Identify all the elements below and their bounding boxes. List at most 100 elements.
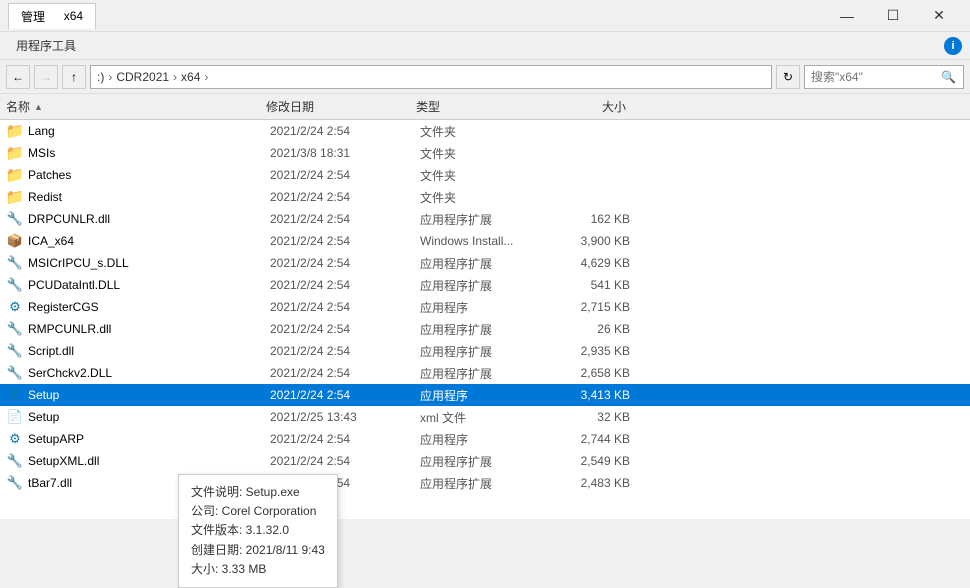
file-icon: 🔧 bbox=[6, 364, 24, 382]
file-type: 应用程序扩展 bbox=[420, 211, 550, 228]
file-icon: 🔧 bbox=[6, 276, 24, 294]
file-date: 2021/2/24 2:54 bbox=[270, 234, 420, 248]
file-date: 2021/2/24 2:54 bbox=[270, 432, 420, 446]
path-part-x64[interactable]: x64 bbox=[181, 70, 200, 84]
table-row[interactable]: 🔧 MSICrIPCU_s.DLL 2021/2/24 2:54 应用程序扩展 … bbox=[0, 252, 970, 274]
file-type: 应用程序扩展 bbox=[420, 277, 550, 294]
table-row[interactable]: 📁 Lang 2021/2/24 2:54 文件夹 bbox=[0, 120, 970, 142]
file-name: SerChckv2.DLL bbox=[28, 366, 270, 380]
file-icon: 🔧 bbox=[6, 320, 24, 338]
col-header-date[interactable]: 修改日期 bbox=[266, 98, 416, 115]
file-size: 2,658 KB bbox=[550, 366, 630, 380]
title-tab[interactable]: 管理 x64 bbox=[8, 3, 96, 29]
path-part-root[interactable]: :) bbox=[97, 70, 104, 84]
file-name: Lang bbox=[28, 124, 270, 138]
table-row[interactable]: 🔧 tBar7.dll 2021/2/24 2:54 应用程序扩展 2,483 … bbox=[0, 472, 970, 494]
table-row[interactable]: 📁 MSIs 2021/3/8 18:31 文件夹 bbox=[0, 142, 970, 164]
window-controls: — ☐ ✕ bbox=[824, 0, 962, 32]
table-row[interactable]: 🔧 Script.dll 2021/2/24 2:54 应用程序扩展 2,935… bbox=[0, 340, 970, 362]
address-path[interactable]: :) › CDR2021 › x64 › bbox=[90, 65, 772, 89]
table-row[interactable]: 📦 ICA_x64 2021/2/24 2:54 Windows Install… bbox=[0, 230, 970, 252]
file-size: 3,413 KB bbox=[550, 388, 630, 402]
table-row[interactable]: 🔧 PCUDataIntl.DLL 2021/2/24 2:54 应用程序扩展 … bbox=[0, 274, 970, 296]
file-icon: 📦 bbox=[6, 232, 24, 250]
file-type: 文件夹 bbox=[420, 123, 550, 140]
table-row[interactable]: ⚙ RegisterCGS 2021/2/24 2:54 应用程序 2,715 … bbox=[0, 296, 970, 318]
file-name: PCUDataIntl.DLL bbox=[28, 278, 270, 292]
col-header-type[interactable]: 类型 bbox=[416, 98, 546, 115]
file-icon: 📁 bbox=[6, 188, 24, 206]
minimize-button[interactable]: — bbox=[824, 0, 870, 32]
file-name: RMPCUNLR.dll bbox=[28, 322, 270, 336]
main-area: 名称 ▲ 修改日期 类型 大小 📁 Lang 2021/2/24 2:54 文件… bbox=[0, 94, 970, 519]
tooltip-line5: 大小: 3.33 MB bbox=[191, 560, 325, 579]
file-type: 应用程序 bbox=[420, 431, 550, 448]
forward-button[interactable]: → bbox=[34, 65, 58, 89]
file-size: 26 KB bbox=[550, 322, 630, 336]
file-name: RegisterCGS bbox=[28, 300, 270, 314]
file-name: MSICrIPCU_s.DLL bbox=[28, 256, 270, 270]
maximize-button[interactable]: ☐ bbox=[870, 0, 916, 32]
file-size: 4,629 KB bbox=[550, 256, 630, 270]
file-icon: 🔧 bbox=[6, 452, 24, 470]
file-size: 162 KB bbox=[550, 212, 630, 226]
search-box[interactable]: 🔍 bbox=[804, 65, 964, 89]
file-type: 应用程序扩展 bbox=[420, 321, 550, 338]
close-button[interactable]: ✕ bbox=[916, 0, 962, 32]
menu-bar-right: i bbox=[944, 37, 962, 55]
file-icon: ⚙ bbox=[6, 386, 24, 404]
tooltip-line2: 公司: Corel Corporation bbox=[191, 502, 325, 521]
file-type: 应用程序扩展 bbox=[420, 453, 550, 470]
file-size: 2,715 KB bbox=[550, 300, 630, 314]
table-row[interactable]: 🔧 DRPCUNLR.dll 2021/2/24 2:54 应用程序扩展 162… bbox=[0, 208, 970, 230]
table-row[interactable]: ⚙ Setup 2021/2/24 2:54 应用程序 3,413 KB bbox=[0, 384, 970, 406]
info-icon[interactable]: i bbox=[944, 37, 962, 55]
file-name: Redist bbox=[28, 190, 270, 204]
col-header-size[interactable]: 大小 bbox=[546, 98, 626, 115]
table-row[interactable]: 📁 Patches 2021/2/24 2:54 文件夹 bbox=[0, 164, 970, 186]
column-headers: 名称 ▲ 修改日期 类型 大小 bbox=[0, 94, 970, 120]
file-icon: ⚙ bbox=[6, 298, 24, 316]
file-size: 2,483 KB bbox=[550, 476, 630, 490]
file-type: 文件夹 bbox=[420, 145, 550, 162]
table-row[interactable]: 🔧 SerChckv2.DLL 2021/2/24 2:54 应用程序扩展 2,… bbox=[0, 362, 970, 384]
table-row[interactable]: 📄 Setup 2021/2/25 13:43 xml 文件 32 KB bbox=[0, 406, 970, 428]
file-type: 应用程序扩展 bbox=[420, 475, 550, 492]
table-row[interactable]: 🔧 RMPCUNLR.dll 2021/2/24 2:54 应用程序扩展 26 … bbox=[0, 318, 970, 340]
file-list: 📁 Lang 2021/2/24 2:54 文件夹 📁 MSIs 2021/3/… bbox=[0, 120, 970, 519]
refresh-button[interactable]: ↻ bbox=[776, 65, 800, 89]
search-icon[interactable]: 🔍 bbox=[941, 70, 956, 84]
back-button[interactable]: ← bbox=[6, 65, 30, 89]
tab-label: 管理 bbox=[21, 8, 45, 25]
file-name: Setup bbox=[28, 388, 270, 402]
file-size: 2,549 KB bbox=[550, 454, 630, 468]
file-type: 文件夹 bbox=[420, 189, 550, 206]
sort-icon: ▲ bbox=[34, 102, 43, 112]
file-name: Patches bbox=[28, 168, 270, 182]
path-part-cdr[interactable]: CDR2021 bbox=[116, 70, 169, 84]
file-icon: 🔧 bbox=[6, 254, 24, 272]
file-date: 2021/2/24 2:54 bbox=[270, 344, 420, 358]
file-type: 应用程序扩展 bbox=[420, 343, 550, 360]
file-type: 应用程序扩展 bbox=[420, 255, 550, 272]
search-input[interactable] bbox=[811, 70, 941, 84]
tooltip-line1: 文件说明: Setup.exe bbox=[191, 483, 325, 502]
file-type: 文件夹 bbox=[420, 167, 550, 184]
file-icon: 🔧 bbox=[6, 210, 24, 228]
file-icon: ⚙ bbox=[6, 430, 24, 448]
col-header-name[interactable]: 名称 ▲ bbox=[6, 98, 266, 115]
menu-item-tools[interactable]: 用程序工具 bbox=[8, 33, 84, 58]
file-date: 2021/2/24 2:54 bbox=[270, 190, 420, 204]
file-date: 2021/2/24 2:54 bbox=[270, 388, 420, 402]
file-type: Windows Install... bbox=[420, 234, 550, 248]
up-button[interactable]: ↑ bbox=[62, 65, 86, 89]
file-name: Script.dll bbox=[28, 344, 270, 358]
file-date: 2021/2/24 2:54 bbox=[270, 454, 420, 468]
file-type: 应用程序 bbox=[420, 299, 550, 316]
file-date: 2021/2/24 2:54 bbox=[270, 300, 420, 314]
table-row[interactable]: 🔧 SetupXML.dll 2021/2/24 2:54 应用程序扩展 2,5… bbox=[0, 450, 970, 472]
table-row[interactable]: 📁 Redist 2021/2/24 2:54 文件夹 bbox=[0, 186, 970, 208]
file-date: 2021/2/24 2:54 bbox=[270, 322, 420, 336]
file-icon: 📁 bbox=[6, 122, 24, 140]
table-row[interactable]: ⚙ SetupARP 2021/2/24 2:54 应用程序 2,744 KB bbox=[0, 428, 970, 450]
